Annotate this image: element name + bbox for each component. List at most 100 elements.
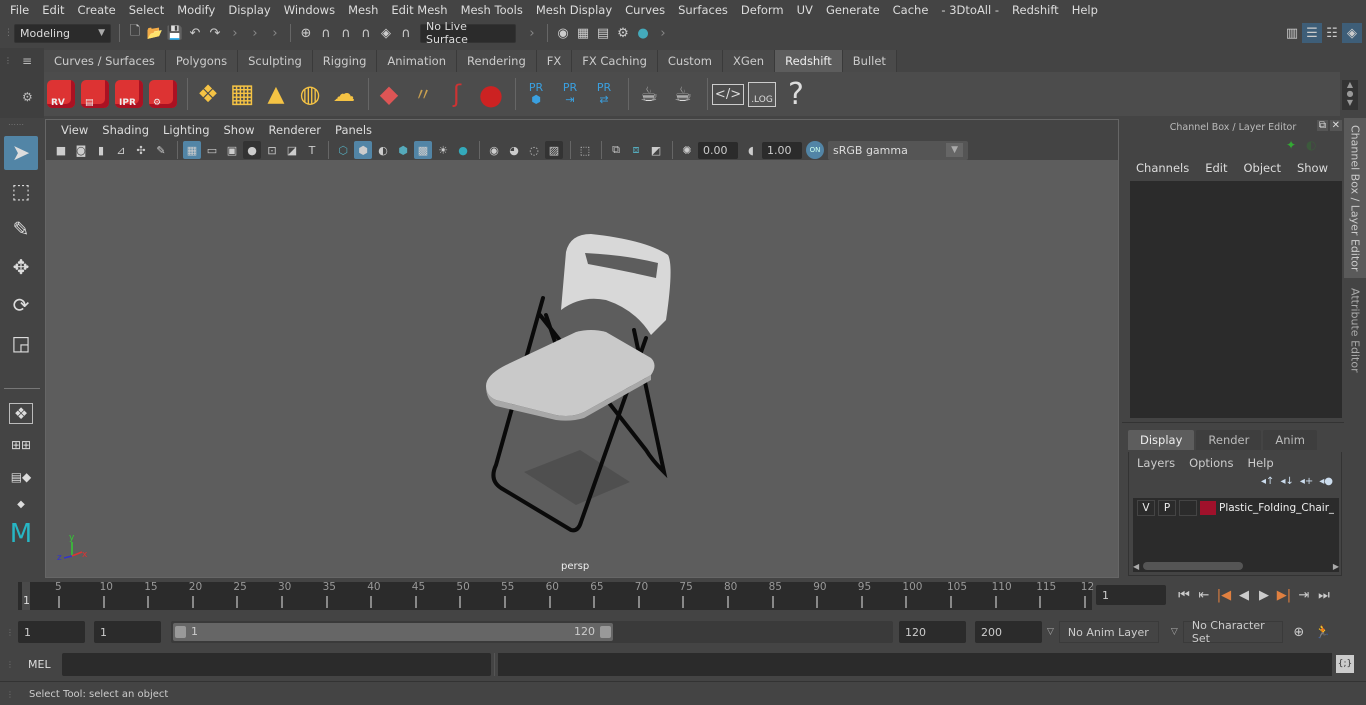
channel-box-menu-object[interactable]: Object xyxy=(1236,161,1289,175)
collapse-arrow-icon[interactable]: › xyxy=(522,23,542,43)
collapse-arrow-icon[interactable]: › xyxy=(245,23,265,43)
scroll-right-icon[interactable]: ▶ xyxy=(1333,562,1339,571)
animation-preferences-icon[interactable]: 🏃 xyxy=(1313,622,1333,642)
tab-fx-caching[interactable]: FX Caching xyxy=(572,50,658,72)
character-set-dropdown[interactable]: No Character Set xyxy=(1182,619,1283,645)
color-space-dropdown[interactable]: sRGB gamma ▼ xyxy=(828,140,968,160)
viewport-menu-renderer[interactable]: Renderer xyxy=(262,123,329,137)
dome-light-button[interactable]: ◍ xyxy=(295,77,325,111)
lasso-tool-button[interactable]: ⬚ xyxy=(4,174,38,208)
move-layer-down-icon[interactable]: ◂↓ xyxy=(1280,476,1293,487)
viewport-menu-panels[interactable]: Panels xyxy=(328,123,379,137)
rotate-tool-button[interactable]: ⟳ xyxy=(4,288,38,322)
menu-deform[interactable]: Deform xyxy=(736,3,792,17)
scroll-left-icon[interactable]: ◀ xyxy=(1133,562,1139,571)
render-frame-icon[interactable]: ▦ xyxy=(573,23,593,43)
four-view-layout-button[interactable]: ⊞⊞ xyxy=(4,431,38,459)
start-time-field[interactable]: 1 xyxy=(18,621,85,643)
time-slider[interactable]: 1 5 10 15 20 25 30 35 40 45 50 55 60 65 70 75 80 85 90 95 1… xyxy=(18,581,1094,610)
wireframe-on-shaded-icon[interactable]: ◐ xyxy=(374,141,392,159)
viewport-menu-shading[interactable]: Shading xyxy=(95,123,156,137)
attribute-editor-toggle-icon[interactable]: ☰ xyxy=(1302,23,1322,43)
tab-rigging[interactable]: Rigging xyxy=(312,50,378,72)
smooth-shade-icon[interactable]: ⬢ xyxy=(354,141,372,159)
tab-xgen[interactable]: XGen xyxy=(722,50,776,72)
proxy-button[interactable]: ◆ xyxy=(374,77,404,111)
chevron-down-icon[interactable]: ▽ xyxy=(1171,627,1178,637)
current-frame-field[interactable]: 1 xyxy=(1096,585,1166,605)
splitter[interactable] xyxy=(1122,422,1344,423)
menu-create[interactable]: Create xyxy=(73,3,124,17)
select-camera-icon[interactable]: ■ xyxy=(52,141,70,159)
save-scene-icon[interactable]: 💾 xyxy=(165,23,185,43)
layer-color-swatch[interactable] xyxy=(1200,501,1216,515)
tab-attribute-editor[interactable]: Attribute Editor xyxy=(1344,280,1366,380)
new-empty-layer-icon[interactable]: ◂+ xyxy=(1300,476,1313,487)
make-live-icon[interactable]: ∩ xyxy=(396,23,416,43)
use-all-lights-icon[interactable]: ☀ xyxy=(434,141,452,159)
snap-projected-center-icon[interactable]: ∩ xyxy=(356,23,376,43)
layer-display-type-toggle[interactable] xyxy=(1179,500,1197,516)
menu-windows[interactable]: Windows xyxy=(279,3,343,17)
xray-joints-icon[interactable]: ⧉ xyxy=(607,141,625,159)
wireframe-icon[interactable]: ⬡ xyxy=(334,141,352,159)
menu-3dtoall[interactable]: - 3DtoAll - xyxy=(936,3,1007,17)
drag-handle[interactable]: ⋮ xyxy=(0,660,18,669)
command-input[interactable] xyxy=(62,652,491,676)
redo-icon[interactable]: ↷ xyxy=(205,23,225,43)
safe-title-icon[interactable]: T xyxy=(303,141,321,159)
playback-start-field[interactable]: 1 xyxy=(94,621,161,643)
menu-edit-mesh[interactable]: Edit Mesh xyxy=(386,3,455,17)
drag-handle[interactable]: ⋯⋯ xyxy=(0,120,44,132)
grid-toggle-icon[interactable]: ▦ xyxy=(183,141,201,159)
auto-key-icon[interactable]: ⊕ xyxy=(1289,622,1309,642)
tab-polygons[interactable]: Polygons xyxy=(165,50,239,72)
step-back-frame-icon[interactable]: ⇤ xyxy=(1194,585,1214,605)
camera-attributes-icon[interactable]: ◙ xyxy=(72,141,90,159)
menu-mesh[interactable]: Mesh xyxy=(343,3,386,17)
range-start-handle[interactable] xyxy=(175,626,186,638)
select-tool-button[interactable]: ➤ xyxy=(4,136,38,170)
range-slider[interactable]: 1 120 xyxy=(171,621,893,643)
outliner-persp-layout-button[interactable]: ▤◆ xyxy=(4,463,38,491)
new-layer-selected-icon[interactable]: ◂● xyxy=(1319,476,1333,487)
float-panel-icon[interactable]: ⧉ xyxy=(1316,120,1328,131)
viewport-menu-lighting[interactable]: Lighting xyxy=(156,123,216,137)
ipr-render-icon[interactable]: ▤ xyxy=(593,23,613,43)
channel-box-menu-edit[interactable]: Edit xyxy=(1197,161,1235,175)
two-d-pan-icon[interactable]: ✣ xyxy=(132,141,150,159)
bookmark-icon[interactable]: ▮ xyxy=(92,141,110,159)
layer-editor-menu-layers[interactable]: Layers xyxy=(1137,456,1189,470)
render-view-icon[interactable]: ◉ xyxy=(553,23,573,43)
menu-display[interactable]: Display xyxy=(223,3,278,17)
viewport-canvas[interactable]: y x z persp xyxy=(46,160,1118,577)
exposure-field[interactable]: 0.00 xyxy=(698,141,738,159)
viewport-menu-view[interactable]: View xyxy=(54,123,95,137)
layer-name[interactable]: Plastic_Folding_Chair_ xyxy=(1219,502,1334,514)
drag-handle[interactable]: ⋮ xyxy=(0,28,14,38)
tab-fx[interactable]: FX xyxy=(536,50,573,72)
sun-sky-button[interactable]: ☁ xyxy=(329,77,359,111)
step-forward-frame-icon[interactable]: ⇥ xyxy=(1294,585,1314,605)
hair-button[interactable]: 〃 xyxy=(408,77,438,111)
menu-help[interactable]: Help xyxy=(1067,3,1106,17)
go-to-start-icon[interactable]: ⏮ xyxy=(1174,585,1194,605)
menu-generate[interactable]: Generate xyxy=(821,3,888,17)
snap-view-plane-icon[interactable]: ◈ xyxy=(376,23,396,43)
viewport-menu-show[interactable]: Show xyxy=(217,123,262,137)
go-to-end-icon[interactable]: ⏭ xyxy=(1314,585,1334,605)
script-editor-icon[interactable]: {;} xyxy=(1336,655,1354,673)
bake-pies-button[interactable]: ☕ xyxy=(634,77,664,111)
menu-mesh-display[interactable]: Mesh Display xyxy=(531,3,620,17)
tab-curves-surfaces[interactable]: Curves / Surfaces xyxy=(44,50,166,72)
play-forward-icon[interactable]: ▶ xyxy=(1254,585,1274,605)
chevron-down-icon[interactable]: ▽ xyxy=(1047,627,1054,637)
scroll-thumb[interactable] xyxy=(1143,562,1244,570)
xray-icon[interactable]: ⬢ xyxy=(394,141,412,159)
persp-graph-layout-button[interactable]: ◆ xyxy=(4,495,38,513)
collapse-arrow-icon[interactable]: › xyxy=(265,23,285,43)
undo-icon[interactable]: ↶ xyxy=(185,23,205,43)
tab-rendering[interactable]: Rendering xyxy=(457,50,537,72)
drag-handle[interactable]: ⋮ xyxy=(0,628,18,637)
tab-sculpting[interactable]: Sculpting xyxy=(238,50,313,72)
